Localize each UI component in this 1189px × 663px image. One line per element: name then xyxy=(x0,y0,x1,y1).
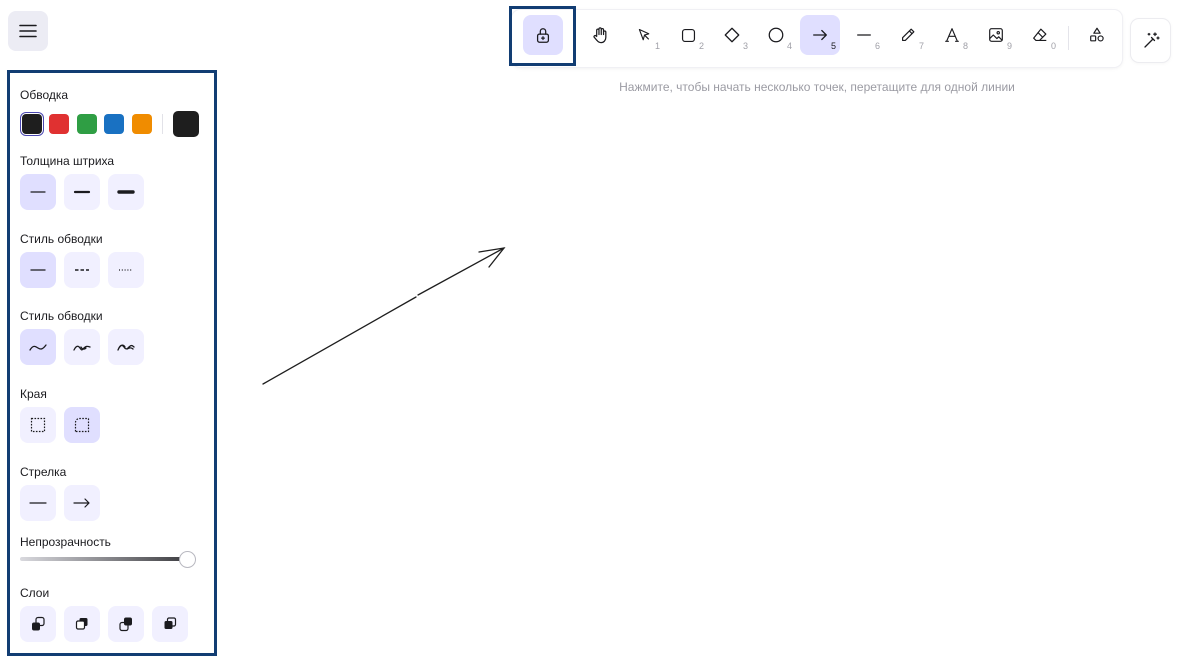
opacity-slider[interactable] xyxy=(20,557,188,561)
stroke-color-red[interactable] xyxy=(49,114,69,134)
send-to-back-icon xyxy=(32,616,45,631)
canvas-arrow[interactable] xyxy=(262,247,506,385)
opacity-label: Непрозрачность xyxy=(20,535,111,549)
tool-arrow[interactable]: 5 xyxy=(800,15,840,55)
stroke-width-bold[interactable] xyxy=(64,174,100,210)
diamond-icon xyxy=(724,27,740,43)
stroke-width-thin[interactable] xyxy=(20,174,56,210)
arrowhead-none[interactable] xyxy=(20,485,56,521)
line-icon xyxy=(857,34,871,36)
sloppiness-architect[interactable] xyxy=(20,329,56,365)
arrowhead-arrow[interactable] xyxy=(64,485,100,521)
architect-stroke-icon xyxy=(29,344,47,351)
sloppiness-cartoonist[interactable] xyxy=(108,329,144,365)
eraser-icon xyxy=(1033,28,1047,41)
send-backward-icon xyxy=(75,618,88,630)
arrowhead-icon xyxy=(73,498,90,508)
pointer-icon xyxy=(638,28,649,40)
tool-diamond[interactable]: 3 xyxy=(712,15,752,55)
stroke-color-blue[interactable] xyxy=(104,114,124,134)
magic-wand-icon xyxy=(1143,31,1160,48)
artist-stroke-icon xyxy=(73,345,91,351)
layer-send-to-back[interactable] xyxy=(20,606,56,642)
stroke-style-dotted[interactable] xyxy=(108,252,144,288)
dotted-line-icon xyxy=(119,269,133,271)
shapes-icon xyxy=(1090,27,1104,42)
edges-round[interactable] xyxy=(64,407,100,443)
stroke-style-label: Стиль обводки xyxy=(20,232,103,246)
tool-selection[interactable]: 1 xyxy=(624,15,664,55)
tool-hand[interactable] xyxy=(580,15,620,55)
no-arrowhead-icon xyxy=(29,502,47,504)
stroke-color-black[interactable] xyxy=(22,114,42,134)
lock-tool-highlight xyxy=(509,6,576,66)
tool-ellipse[interactable]: 4 xyxy=(756,15,796,55)
dashed-line-icon xyxy=(75,269,89,271)
stroke-width-extra-bold[interactable] xyxy=(108,174,144,210)
arrowheads-label: Стрелка xyxy=(20,465,67,479)
text-icon xyxy=(945,28,959,42)
stroke-color-green[interactable] xyxy=(77,114,97,134)
edges-sharp[interactable] xyxy=(20,407,56,443)
swatch-divider xyxy=(162,114,163,134)
edges-label: Края xyxy=(20,387,47,401)
solid-line-icon xyxy=(30,269,46,271)
tool-hint: Нажмите, чтобы начать несколько точек, п… xyxy=(619,80,1015,94)
tool-text[interactable]: 8 xyxy=(932,15,972,55)
shape-properties-panel: Обводка Толщина штриха Стиль обводки Сти… xyxy=(7,70,217,656)
stroke-width-label: Толщина штриха xyxy=(20,154,115,168)
layers-label: Слои xyxy=(20,586,50,600)
tool-extra-shapes[interactable] xyxy=(1077,15,1117,55)
round-corners-icon xyxy=(74,417,90,433)
tool-rectangle[interactable]: 2 xyxy=(668,15,708,55)
bold-line-icon xyxy=(73,190,91,194)
stroke-label: Обводка xyxy=(20,88,69,102)
tool-eraser[interactable]: 0 xyxy=(1020,15,1060,55)
tool-image[interactable]: 9 xyxy=(976,15,1016,55)
bring-to-front-icon xyxy=(164,617,177,629)
stroke-color-orange[interactable] xyxy=(132,114,152,134)
stroke-color-picker[interactable] xyxy=(173,111,199,137)
toolbar-divider xyxy=(1068,26,1069,50)
stroke-style-solid[interactable] xyxy=(20,252,56,288)
tool-draw[interactable]: 7 xyxy=(888,15,928,55)
layer-send-backward[interactable] xyxy=(64,606,100,642)
sloppiness-artist[interactable] xyxy=(64,329,100,365)
image-icon xyxy=(989,28,1003,42)
cartoonist-stroke-icon xyxy=(117,344,135,351)
shapes-toolbar: 1 2 3 4 5 6 7 8 9 0 xyxy=(512,10,1122,67)
square-icon xyxy=(681,28,695,42)
pencil-icon xyxy=(902,28,915,41)
arrow-right-icon xyxy=(813,29,827,41)
layer-bring-to-front[interactable] xyxy=(152,606,188,642)
thin-line-icon xyxy=(30,191,46,193)
magic-tools-button[interactable] xyxy=(1131,19,1170,62)
opacity-slider-thumb[interactable] xyxy=(179,551,196,568)
layer-bring-forward[interactable] xyxy=(108,606,144,642)
bring-forward-icon xyxy=(119,617,132,632)
tool-line[interactable]: 6 xyxy=(844,15,884,55)
hand-icon xyxy=(592,26,606,43)
sharp-corners-icon xyxy=(30,417,46,433)
stroke-style-dashed[interactable] xyxy=(64,252,100,288)
extra-bold-line-icon xyxy=(117,190,135,194)
sloppiness-label: Стиль обводки xyxy=(20,309,103,323)
circle-icon xyxy=(768,27,784,43)
